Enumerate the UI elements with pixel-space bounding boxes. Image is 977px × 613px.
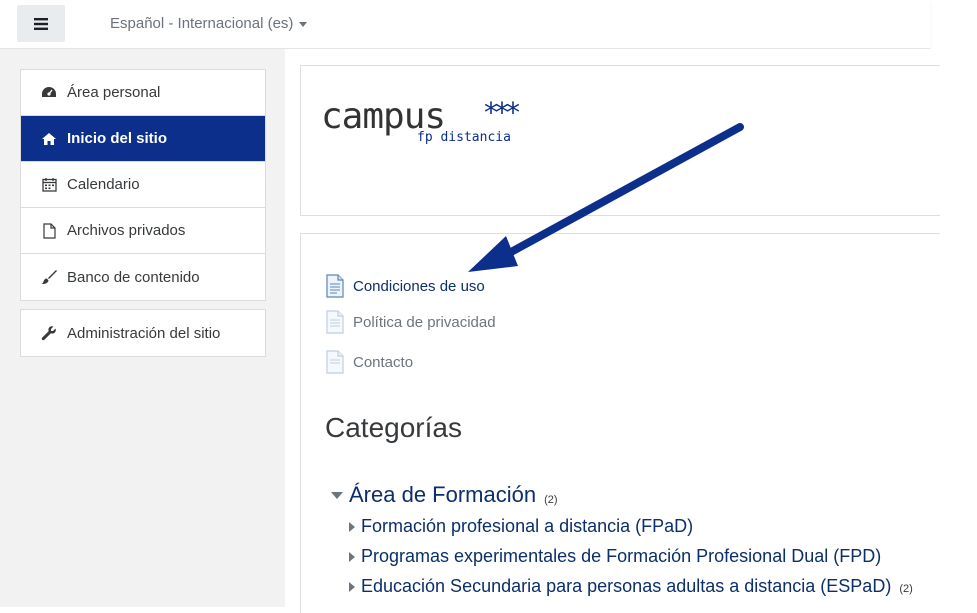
site-content-card: Condiciones de uso Política de privacida…	[300, 233, 940, 613]
page-link-contacto[interactable]: Contacto	[325, 350, 413, 374]
home-icon	[41, 131, 57, 147]
sidebar-item-label: Administración del sitio	[67, 324, 221, 342]
page-link-condiciones[interactable]: Condiciones de uso	[325, 274, 485, 298]
page-link-privacidad[interactable]: Política de privacidad	[325, 310, 496, 334]
nav-drawer: Área personal Inicio del sitio Calendari…	[0, 49, 285, 607]
site-logo-stars: ***	[484, 96, 520, 129]
sidebar-item-inicio-del-sitio[interactable]: Inicio del sitio	[21, 116, 265, 162]
caret-down-icon	[299, 21, 308, 27]
categories-heading: Categorías	[325, 412, 462, 443]
category-child[interactable]: Educación Secundaria para personas adult…	[349, 576, 913, 597]
sidebar-item-label: Área personal	[67, 84, 161, 101]
collapse-triangle-icon[interactable]	[331, 491, 343, 499]
sidebar-item-label: Archivos privados	[67, 222, 186, 239]
document-icon	[326, 350, 344, 374]
main-region: campus *** fp distancia Condiciones de u…	[285, 49, 940, 613]
sidebar-item-area-personal[interactable]: Área personal	[21, 70, 265, 116]
expand-triangle-icon[interactable]	[349, 551, 355, 562]
category-child[interactable]: Formación profesional a distancia (FPaD)	[349, 516, 693, 537]
category-root-label[interactable]: Área de Formación	[349, 482, 536, 508]
page-link-label: Contacto	[353, 353, 414, 371]
document-icon	[326, 274, 344, 298]
top-navbar: Español - Internacional (es)	[0, 0, 930, 49]
sidebar-item-administracion-del-sitio[interactable]: Administración del sitio	[21, 310, 265, 356]
category-child[interactable]: Programas experimentales de Formación Pr…	[349, 546, 881, 567]
calendar-icon	[41, 177, 57, 193]
expand-triangle-icon[interactable]	[349, 521, 355, 532]
site-logo-subtitle: fp distancia	[417, 130, 511, 145]
page-link-label: Política de privacidad	[353, 313, 496, 331]
expand-triangle-icon[interactable]	[349, 581, 355, 592]
document-icon	[326, 310, 344, 334]
category-count: (2)	[544, 494, 558, 506]
sidebar-item-calendario[interactable]: Calendario	[21, 162, 265, 208]
logo-card: campus *** fp distancia	[300, 65, 940, 216]
brush-icon	[41, 269, 57, 285]
menu-toggle-button[interactable]	[17, 5, 65, 42]
category-child-label[interactable]: Programas experimentales de Formación Pr…	[361, 546, 881, 567]
file-icon	[41, 222, 57, 239]
dashboard-icon	[41, 85, 57, 101]
language-selector[interactable]: Español - Internacional (es)	[110, 15, 308, 32]
hamburger-icon	[34, 17, 48, 30]
category-child-label[interactable]: Educación Secundaria para personas adult…	[361, 576, 891, 597]
page-link-label: Condiciones de uso	[353, 277, 485, 295]
category-child-label[interactable]: Formación profesional a distancia (FPaD)	[361, 516, 693, 537]
category-root[interactable]: Área de Formación (2)	[331, 482, 558, 508]
wrench-icon	[41, 325, 57, 341]
sidebar-item-archivos-privados[interactable]: Archivos privados	[21, 208, 265, 254]
sidebar-item-label: Calendario	[67, 176, 140, 193]
sidebar-nav-list: Área personal Inicio del sitio Calendari…	[20, 69, 266, 301]
sidebar-admin-list: Administración del sitio	[20, 309, 266, 357]
sidebar-item-label: Banco de contenido	[67, 268, 200, 286]
category-count: (2)	[899, 583, 913, 595]
sidebar-item-label: Inicio del sitio	[67, 130, 168, 147]
language-label: Español - Internacional (es)	[110, 15, 294, 32]
sidebar-item-banco-de-contenido[interactable]: Banco de contenido	[21, 254, 265, 300]
